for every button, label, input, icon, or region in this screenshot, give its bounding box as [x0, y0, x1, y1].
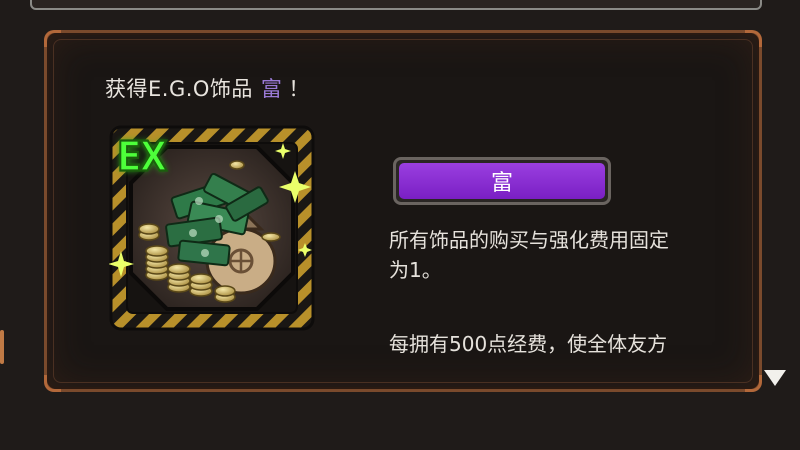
- corner-ornament: [44, 30, 61, 47]
- corner-ornament: [44, 375, 61, 392]
- corner-ornament: [745, 30, 762, 47]
- headline-suffix: ！: [288, 77, 310, 101]
- ex-rarity-badge: EX: [116, 133, 168, 182]
- reward-dialog: 获得E.G.O饰品富！ EX 富 所有饰品的购买与强化费用固定 为1。 每拥有5…: [44, 30, 786, 392]
- scroll-down-icon[interactable]: [764, 370, 786, 386]
- banner-label: 富: [399, 163, 605, 199]
- side-tab: [0, 330, 4, 364]
- description-line: 每拥有500点经费，使全体友方: [389, 332, 668, 356]
- item-name-banner: 富: [393, 157, 611, 205]
- item-description: 所有饰品的购买与强化费用固定 为1。 每拥有500点经费，使全体友方: [389, 225, 769, 359]
- corner-ornament: [745, 375, 762, 392]
- reward-headline: 获得E.G.O饰品富！: [105, 73, 310, 103]
- previous-panel-edge: [30, 0, 762, 10]
- description-line: 所有饰品的购买与强化费用固定: [389, 228, 669, 252]
- description-line: 为1。: [389, 258, 442, 282]
- headline-item-name: 富: [260, 77, 283, 101]
- headline-prefix: 获得E.G.O饰品: [105, 77, 253, 101]
